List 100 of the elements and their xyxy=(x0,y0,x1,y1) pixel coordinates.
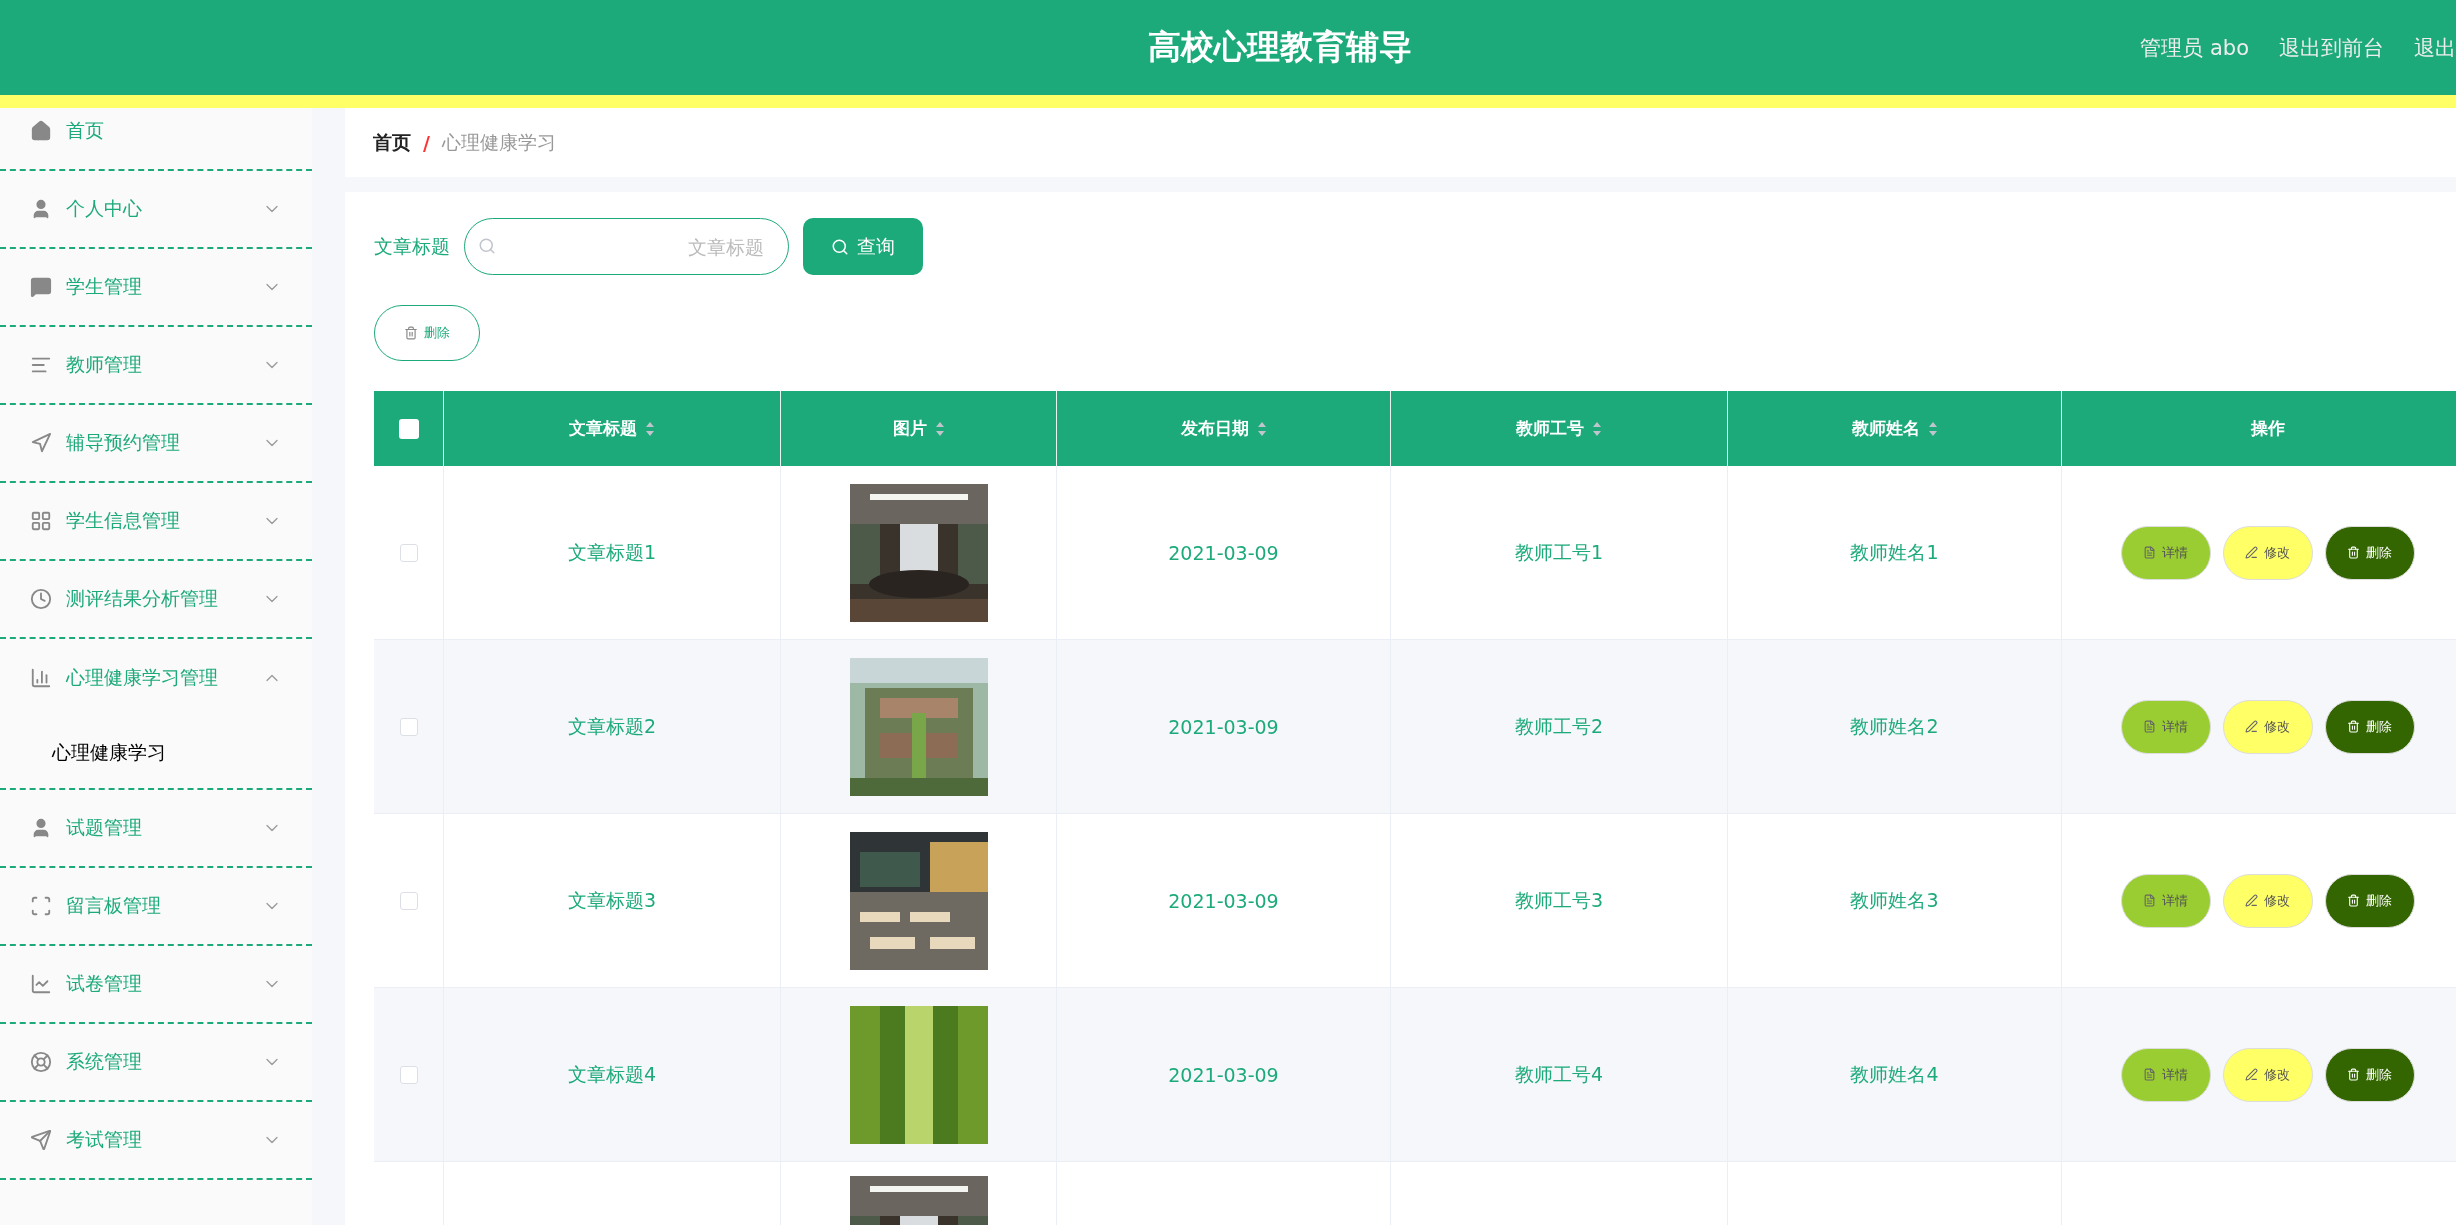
submenu-item[interactable]: 心理健康学习 xyxy=(0,717,312,788)
column-header: 操作 xyxy=(2250,417,2285,440)
menu-label: 考试管理 xyxy=(66,1127,143,1152)
breadcrumb-separator: / xyxy=(423,131,430,154)
trash-icon xyxy=(2347,720,2360,733)
search-field[interactable]: 文章标题 xyxy=(464,218,789,275)
edit-button[interactable]: 修改 xyxy=(2222,873,2313,928)
table-cell: 2021-03-09 xyxy=(1168,715,1279,738)
delete-button[interactable]: 删除 xyxy=(2324,699,2415,754)
menu-item[interactable]: 心理健康学习管理 xyxy=(0,639,312,717)
pencil-icon xyxy=(2245,894,2258,907)
row-checkbox[interactable] xyxy=(399,717,418,736)
menu-item[interactable]: 教师管理 xyxy=(0,327,312,405)
search-icon xyxy=(478,237,496,255)
table-cell-text: 文章标题4 xyxy=(567,1061,657,1087)
edit-button[interactable]: 修改 xyxy=(2222,525,2313,580)
table-cell-text: 教师工号3 xyxy=(1514,887,1604,913)
sort-icon[interactable] xyxy=(1256,420,1267,437)
pencil-icon xyxy=(2245,1068,2258,1081)
header-link[interactable]: 退出 xyxy=(2414,33,2456,62)
select-all-checkbox[interactable] xyxy=(398,418,419,439)
menu-item[interactable]: 系统管理 xyxy=(0,1024,312,1102)
table-cell-text: 文章标题2 xyxy=(567,713,657,739)
menu-label: 学生信息管理 xyxy=(66,508,181,533)
menu-item[interactable]: 学生信息管理 xyxy=(0,483,312,561)
menu-label: 系统管理 xyxy=(66,1049,143,1074)
menu-item[interactable]: 留言板管理 xyxy=(0,868,312,946)
menu-item[interactable]: 首页 xyxy=(0,108,312,171)
trash-icon xyxy=(2347,894,2360,907)
menu-item[interactable]: 个人中心 xyxy=(0,171,312,249)
menu-icon xyxy=(30,432,52,454)
header-link[interactable]: 退出到前台 xyxy=(2279,33,2384,62)
menu-item[interactable]: 学生管理 xyxy=(0,249,312,327)
table-cell-text: 教师姓名4 xyxy=(1850,1061,1939,1087)
delete-button[interactable]: 删除 xyxy=(2324,1047,2415,1102)
menu-label: 测评结果分析管理 xyxy=(66,586,219,611)
column-header: 文章标题 xyxy=(569,417,637,440)
breadcrumb-link[interactable]: 首页 xyxy=(373,129,411,156)
table-cell-text: 教师工号4 xyxy=(1514,1061,1604,1087)
trash-icon xyxy=(404,326,418,340)
menu-label: 试卷管理 xyxy=(66,971,143,996)
menu-label: 个人中心 xyxy=(66,196,143,221)
detail-button[interactable]: 详情 xyxy=(2120,873,2211,928)
menu-item[interactable]: 试卷管理 xyxy=(0,946,312,1024)
breadcrumb-link[interactable]: 心理健康学习 xyxy=(441,129,556,156)
edit-button[interactable]: 修改 xyxy=(2222,699,2313,754)
table-cell: 2021-03-09 xyxy=(1168,1063,1279,1086)
edit-button[interactable]: 修改 xyxy=(2222,1047,2313,1102)
document-icon xyxy=(2143,546,2156,559)
detail-button[interactable]: 详情 xyxy=(2120,699,2211,754)
document-icon xyxy=(2143,1068,2156,1081)
query-button[interactable]: 查询 xyxy=(803,218,923,275)
sort-icon[interactable] xyxy=(934,420,945,437)
table-cell-text: 文章标题3 xyxy=(567,887,657,913)
detail-button[interactable]: 详情 xyxy=(2120,1047,2211,1102)
table-cell-text: 教师姓名2 xyxy=(1850,713,1939,739)
menu-item[interactable]: 试题管理 xyxy=(0,790,312,868)
menu-label: 教师管理 xyxy=(66,352,143,377)
row-checkbox[interactable] xyxy=(399,543,418,562)
menu-icon xyxy=(30,1129,52,1151)
menu-label: 辅导预约管理 xyxy=(66,430,181,455)
menu-label: 学生管理 xyxy=(66,274,143,299)
trash-icon xyxy=(2347,1068,2360,1081)
detail-button[interactable]: 详情 xyxy=(2120,525,2211,580)
column-header: 教师工号 xyxy=(1516,417,1584,440)
table-cell-text: 文章标题1 xyxy=(567,539,657,565)
menu-icon xyxy=(30,510,52,532)
menu-item[interactable]: 考试管理 xyxy=(0,1102,312,1180)
menu-icon xyxy=(30,973,52,995)
search-label: 文章标题 xyxy=(374,233,450,259)
header-link[interactable]: 管理员 abo xyxy=(2140,33,2249,62)
document-icon xyxy=(2143,894,2156,907)
sort-icon[interactable] xyxy=(1592,420,1602,437)
menu-icon xyxy=(30,120,52,142)
table-cell-text: 教师姓名3 xyxy=(1850,887,1939,913)
sort-icon[interactable] xyxy=(645,420,655,437)
table-cell: 2021-03-09 xyxy=(1168,889,1279,912)
delete-button[interactable]: 删除 xyxy=(374,305,480,361)
menu-icon xyxy=(30,588,52,610)
menu-label: 首页 xyxy=(66,118,105,143)
column-header: 教师姓名 xyxy=(1851,417,1920,440)
pencil-icon xyxy=(2245,546,2258,559)
row-checkbox[interactable] xyxy=(399,891,418,910)
pencil-icon xyxy=(2245,720,2258,733)
sort-icon[interactable] xyxy=(1927,420,1938,437)
menu-label: 试题管理 xyxy=(66,815,143,840)
column-header: 图片 xyxy=(892,417,927,440)
trash-icon xyxy=(2347,546,2360,559)
table-cell-text: 教师工号1 xyxy=(1514,539,1604,565)
menu-item[interactable]: 辅导预约管理 xyxy=(0,405,312,483)
delete-button[interactable]: 删除 xyxy=(2324,525,2415,580)
table-cell-text: 教师工号2 xyxy=(1514,713,1604,739)
menu-icon xyxy=(30,1051,52,1073)
table-cell-text: 教师姓名1 xyxy=(1850,539,1939,565)
column-header: 发布日期 xyxy=(1180,417,1249,440)
menu-item[interactable]: 测评结果分析管理 xyxy=(0,561,312,639)
row-checkbox[interactable] xyxy=(399,1065,418,1084)
menu-icon xyxy=(30,276,52,298)
delete-button[interactable]: 删除 xyxy=(2324,873,2415,928)
menu-label: 留言板管理 xyxy=(66,893,162,918)
